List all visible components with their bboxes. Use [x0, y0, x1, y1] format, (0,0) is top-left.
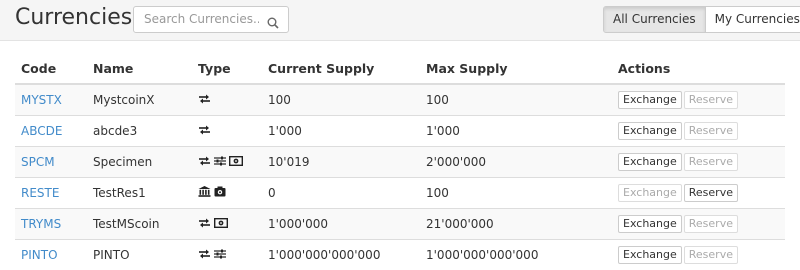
table-row: RESTE TestRes1 0 100 ExchangeReserve [15, 178, 785, 209]
table-row: TRYMS TestMScoin 1'000'000 21'000'000 Ex… [15, 209, 785, 240]
exchangeable-icon [198, 218, 211, 228]
currency-code-link[interactable]: SPCM [21, 155, 55, 169]
type-icons [198, 125, 211, 135]
table-row: ABCDE abcde3 1'000 1'000 ExchangeReserve [15, 116, 785, 147]
cell-actions: ExchangeReserve [612, 178, 785, 209]
controllable-icon [214, 156, 226, 166]
cell-actions: ExchangeReserve [612, 240, 785, 270]
cell-code: MYSTX [15, 84, 87, 116]
cell-name: PINTO [87, 240, 192, 270]
exchange-button[interactable]: Exchange [618, 246, 682, 264]
type-icons [198, 156, 243, 166]
mintable-icon [214, 218, 228, 228]
cell-max-supply: 1'000'000'000'000 [420, 240, 612, 270]
cell-type [192, 240, 262, 270]
cell-code: RESTE [15, 178, 87, 209]
cell-actions: ExchangeReserve [612, 84, 785, 116]
exchangeable-icon [198, 94, 211, 104]
claimable-icon [214, 186, 226, 197]
cell-code: ABCDE [15, 116, 87, 147]
cell-type [192, 209, 262, 240]
cell-max-supply: 2'000'000 [420, 147, 612, 178]
table-header-row: Code Name Type Current Supply Max Supply… [15, 54, 785, 84]
cell-current-supply: 1'000'000 [262, 209, 420, 240]
type-icons [198, 186, 226, 197]
currency-code-link[interactable]: RESTE [21, 186, 59, 200]
cell-current-supply: 10'019 [262, 147, 420, 178]
reservable-icon [198, 186, 211, 197]
reserve-button[interactable]: Reserve [684, 215, 738, 233]
reserve-button[interactable]: Reserve [684, 153, 738, 171]
cell-current-supply: 0 [262, 178, 420, 209]
reserve-button[interactable]: Reserve [684, 91, 738, 109]
cell-type [192, 116, 262, 147]
currency-filter-toggle: All Currencies My Currencies [603, 6, 800, 33]
top-toolbar: Currencies All Currencies My Currencies [0, 0, 800, 41]
type-icons [198, 94, 211, 104]
type-icons [198, 218, 228, 228]
search-input[interactable] [144, 12, 259, 26]
cell-actions: ExchangeReserve [612, 116, 785, 147]
table-row: SPCM Specimen 10'019 2'000'000 ExchangeR… [15, 147, 785, 178]
cell-code: SPCM [15, 147, 87, 178]
exchangeable-icon [198, 125, 211, 135]
search-icon[interactable] [267, 14, 279, 26]
reserve-button[interactable]: Reserve [684, 184, 738, 202]
cell-type [192, 147, 262, 178]
cell-type [192, 178, 262, 209]
cell-type [192, 84, 262, 116]
cell-current-supply: 1'000 [262, 116, 420, 147]
controllable-icon [214, 249, 226, 259]
exchange-button[interactable]: Exchange [618, 91, 682, 109]
cell-name: TestRes1 [87, 178, 192, 209]
column-header-code[interactable]: Code [15, 54, 87, 84]
cell-name: Specimen [87, 147, 192, 178]
search-box[interactable] [133, 6, 289, 33]
cell-name: TestMScoin [87, 209, 192, 240]
exchange-button[interactable]: Exchange [618, 184, 682, 202]
table-row: PINTO PINTO 1'000'000'000'000 1'000'000'… [15, 240, 785, 270]
exchangeable-icon [198, 249, 211, 259]
cell-max-supply: 21'000'000 [420, 209, 612, 240]
column-header-type[interactable]: Type [192, 54, 262, 84]
mintable-icon [229, 156, 243, 166]
cell-name: abcde3 [87, 116, 192, 147]
column-header-current-supply[interactable]: Current Supply [262, 54, 420, 84]
column-header-max-supply[interactable]: Max Supply [420, 54, 612, 84]
currencies-table: Code Name Type Current Supply Max Supply… [15, 54, 785, 270]
exchange-button[interactable]: Exchange [618, 215, 682, 233]
reserve-button[interactable]: Reserve [684, 246, 738, 264]
cell-max-supply: 1'000 [420, 116, 612, 147]
cell-max-supply: 100 [420, 178, 612, 209]
cell-code: TRYMS [15, 209, 87, 240]
cell-current-supply: 100 [262, 84, 420, 116]
currency-code-link[interactable]: MYSTX [21, 93, 62, 107]
exchangeable-icon [198, 156, 211, 166]
column-header-name[interactable]: Name [87, 54, 192, 84]
cell-actions: ExchangeReserve [612, 147, 785, 178]
column-header-actions: Actions [612, 54, 785, 84]
type-icons [198, 249, 226, 259]
tab-my-currencies[interactable]: My Currencies [705, 7, 800, 32]
reserve-button[interactable]: Reserve [684, 122, 738, 140]
exchange-button[interactable]: Exchange [618, 153, 682, 171]
currency-code-link[interactable]: ABCDE [21, 124, 62, 138]
table-row: MYSTX MystcoinX 100 100 ExchangeReserve [15, 84, 785, 116]
currency-code-link[interactable]: PINTO [21, 248, 58, 262]
exchange-button[interactable]: Exchange [618, 122, 682, 140]
tab-all-currencies[interactable]: All Currencies [604, 7, 705, 32]
currency-code-link[interactable]: TRYMS [21, 217, 61, 231]
table-body: MYSTX MystcoinX 100 100 ExchangeReserve … [15, 84, 785, 270]
cell-actions: ExchangeReserve [612, 209, 785, 240]
cell-code: PINTO [15, 240, 87, 270]
cell-current-supply: 1'000'000'000'000 [262, 240, 420, 270]
cell-max-supply: 100 [420, 84, 612, 116]
cell-name: MystcoinX [87, 84, 192, 116]
page-title: Currencies [15, 5, 132, 30]
